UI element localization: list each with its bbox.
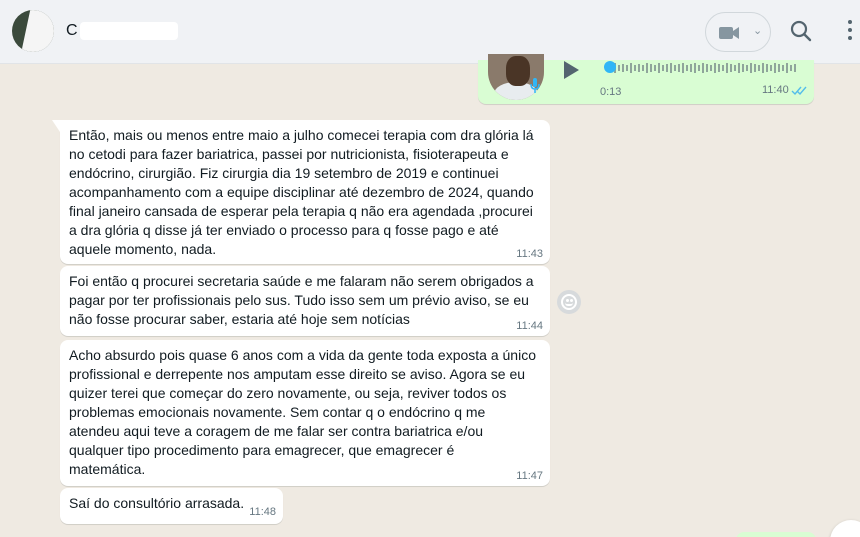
incoming-message[interactable]: Foi então q procurei secretaria saúde e … (60, 266, 550, 336)
outgoing-message-partial[interactable] (736, 532, 816, 537)
message-time: 11:40 (762, 84, 789, 96)
message-text: Acho absurdo pois quase 6 anos com a vid… (69, 347, 536, 477)
mic-icon (530, 78, 540, 93)
bubble-tail (52, 120, 60, 132)
chevron-down-icon: ⌄ (753, 25, 763, 37)
contact-avatar[interactable] (12, 10, 54, 52)
message-time: 11:44 (516, 320, 543, 332)
message-list[interactable]: 0:13 11:40 Então, mais ou menos entre ma… (0, 54, 860, 537)
message-text: Foi então q procurei secretaria saúde e … (69, 273, 534, 327)
message-text: Saí do consultório arrasada. (69, 495, 245, 511)
video-call-icon (719, 27, 739, 39)
play-icon[interactable] (562, 60, 580, 80)
search-icon[interactable] (788, 18, 814, 44)
audio-waveform[interactable] (604, 62, 798, 74)
contact-name[interactable]: C (66, 22, 78, 40)
incoming-message[interactable]: Então, mais ou menos entre maio a julho … (52, 120, 550, 264)
emoji-reaction-icon[interactable] (557, 290, 581, 314)
message-time: 11:48 (249, 506, 276, 518)
message-time: 11:47 (516, 470, 543, 482)
incoming-message[interactable]: Saí do consultório arrasada. 11:48 (60, 488, 283, 524)
incoming-message[interactable]: Acho absurdo pois quase 6 anos com a vid… (60, 340, 550, 486)
scroll-down-button[interactable] (830, 520, 860, 537)
video-call-button[interactable]: ⌄ (705, 12, 771, 52)
redacted-name-overlay (80, 22, 178, 40)
message-text: Então, mais ou menos entre maio a julho … (69, 127, 534, 257)
read-receipt-icon (791, 86, 807, 96)
voice-message: 0:13 11:40 (478, 54, 814, 104)
menu-icon[interactable] (843, 16, 857, 46)
message-time: 11:43 (516, 248, 543, 260)
voice-duration: 0:13 (600, 86, 622, 98)
chat-header: C ⌄ (0, 0, 860, 64)
audio-seek-handle[interactable] (604, 61, 616, 73)
